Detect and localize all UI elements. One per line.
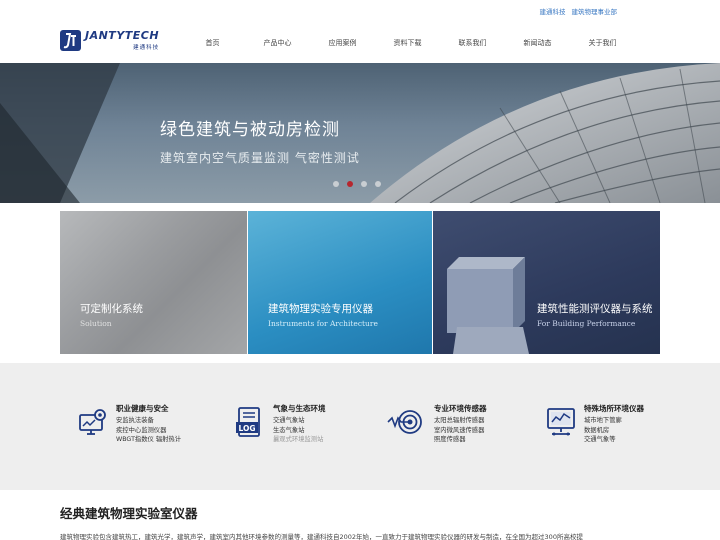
feature-title: 职业健康与安全 (116, 404, 169, 413)
carousel-dots (333, 181, 381, 187)
tile-building-performance[interactable]: 建筑性能测评仪器与系统 For Building Performance (433, 211, 660, 354)
tile-architecture-instruments[interactable]: 建筑物理实验专用仪器 Instruments for Architecture (248, 211, 432, 354)
feature-line: 疾控中心监测仪器 (116, 426, 167, 434)
main-nav: 首页 产品中心 应用案例 资料下载 联系我们 新闻动态 关于我们 (180, 38, 635, 48)
log-file-icon: LOG (236, 407, 260, 437)
category-tiles: 可定制化系统 Solution 建筑物理实验专用仪器 Instruments f… (60, 211, 660, 354)
logo-text: JANTYTECH 建通科技 (85, 29, 159, 51)
feature-line: 城市地下管廊 (584, 417, 622, 424)
feature-line: 太阳总辐射传感器 (434, 417, 485, 424)
feature-special-sites[interactable]: 特殊场所环境仪器 城市地下管廊 数据机房 交通气象等 (546, 403, 644, 445)
top-bar: 建通科技 建筑物理事业部 (0, 0, 720, 20)
feature-title: 专业环境传感器 (434, 404, 487, 413)
feature-meteorology[interactable]: LOG 气象与生态环境 交通气象站 生态气象站 曩观式环境监测站 (235, 403, 326, 445)
carousel-dot-3[interactable] (361, 181, 367, 187)
nav-contact[interactable]: 联系我们 (440, 38, 505, 48)
tile-title: 可定制化系统 (80, 303, 143, 315)
section-title: 经典建筑物理实验室仪器 (60, 506, 198, 521)
feature-title: 特殊场所环境仪器 (584, 404, 644, 413)
feature-title: 气象与生态环境 (273, 404, 326, 413)
top-links: 建通科技 建筑物理事业部 (540, 6, 618, 16)
nav-news[interactable]: 新闻动态 (505, 38, 570, 48)
svg-text:LOG: LOG (238, 424, 255, 433)
site-logo[interactable]: JANTYTECH 建通科技 (60, 29, 159, 51)
features-band: 职业健康与安全 安监执法装备 疾控中心监测仪器 WBGT指数仪 辐射热计 LOG… (0, 363, 720, 490)
feature-line: 数据机房 (584, 426, 610, 434)
top-link-jiantong[interactable]: 建通科技 (540, 6, 566, 16)
banner-title: 绿色建筑与被动房检测 (160, 120, 340, 140)
tile-subtitle: Solution (80, 319, 112, 328)
feature-line: 交通气象等 (584, 436, 616, 443)
cube-image (447, 257, 529, 354)
feature-line: 生态气象站 (273, 426, 305, 434)
section-description: 建筑物理实验包含建筑热工，建筑光学，建筑声学，建筑室内其他环境参数的测量等，建通… (60, 533, 583, 540)
nav-home[interactable]: 首页 (180, 38, 245, 48)
feature-line: 曩观式环境监测站 (273, 436, 324, 443)
carousel-dot-4[interactable] (375, 181, 381, 187)
feature-line: 安监执法装备 (116, 417, 154, 424)
top-link-building-physics[interactable]: 建筑物理事业部 (572, 6, 618, 16)
nav-downloads[interactable]: 资料下载 (375, 38, 440, 48)
carousel-dot-2[interactable] (347, 181, 353, 187)
logo-title: JANTYTECH (85, 29, 160, 42)
feature-line: 照度传感器 (434, 436, 466, 443)
banner-subtitle: 建筑室内空气质量监测 气密性测试 (160, 151, 360, 165)
logo-mark-icon (60, 29, 81, 51)
monitor-gear-icon (79, 409, 106, 435)
tile-title: 建筑性能测评仪器与系统 (537, 303, 653, 315)
feature-occupational-health[interactable]: 职业健康与安全 安监执法装备 疾控中心监测仪器 WBGT指数仪 辐射热计 (78, 403, 181, 445)
nav-cases[interactable]: 应用案例 (310, 38, 375, 48)
feature-line: 交通气象站 (273, 417, 305, 424)
feature-line: WBGT指数仪 辐射热计 (116, 436, 182, 443)
site-header: JANTYTECH 建通科技 首页 产品中心 应用案例 资料下载 联系我们 新闻… (0, 20, 720, 63)
tile-title: 建筑物理实验专用仪器 (268, 303, 373, 315)
hero-banner[interactable]: 绿色建筑与被动房检测 建筑室内空气质量监测 气密性测试 (0, 63, 720, 203)
carousel-dot-1[interactable] (333, 181, 339, 187)
tile-subtitle: For Building Performance (537, 319, 636, 328)
feature-line: 室内微风速传感器 (434, 426, 485, 434)
sensor-target-icon (387, 410, 422, 434)
nav-about[interactable]: 关于我们 (570, 38, 635, 48)
chart-monitor-icon (547, 408, 575, 436)
tile-custom-systems[interactable]: 可定制化系统 Solution (60, 211, 247, 354)
nav-products[interactable]: 产品中心 (245, 38, 310, 48)
feature-sensors[interactable]: 专业环境传感器 太阳总辐射传感器 室内微风速传感器 照度传感器 (386, 403, 487, 445)
logo-subtitle: 建通科技 (133, 45, 160, 51)
tile-subtitle: Instruments for Architecture (268, 319, 378, 328)
